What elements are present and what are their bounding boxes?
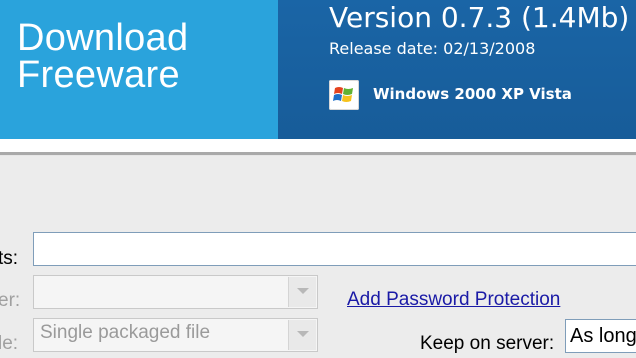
file-mode-select-value: Single packaged file bbox=[40, 322, 211, 343]
file-mode-label: le: bbox=[0, 333, 19, 354]
brand-line-freeware: Freeware bbox=[17, 54, 180, 96]
sender-select[interactable] bbox=[33, 275, 318, 309]
version-title: Version 0.7.3 (1.4Mb) bbox=[329, 1, 630, 34]
keep-on-server-label: Keep on server: bbox=[420, 333, 555, 354]
os-support-text: Windows 2000 XP Vista bbox=[373, 85, 572, 103]
sender-dropdown-button[interactable] bbox=[288, 277, 316, 307]
keep-on-server-select[interactable]: As long bbox=[565, 319, 636, 353]
file-mode-dropdown-button[interactable] bbox=[288, 320, 316, 350]
keep-on-server-value: As long bbox=[570, 325, 636, 347]
chevron-down-icon bbox=[297, 331, 309, 337]
recipients-label: ts: bbox=[0, 248, 19, 269]
brand-panel: Download Freeware bbox=[0, 0, 278, 139]
add-password-protection-link[interactable]: Add Password Protection bbox=[347, 289, 560, 311]
chevron-down-icon bbox=[297, 288, 309, 294]
release-date: Release date: 02/13/2008 bbox=[329, 39, 536, 58]
brand-line-download: Download bbox=[17, 17, 189, 59]
windows-logo-icon bbox=[329, 80, 359, 110]
file-mode-select[interactable]: Single packaged file bbox=[33, 318, 318, 352]
recipients-input[interactable] bbox=[33, 232, 636, 266]
sender-label: er: bbox=[0, 290, 21, 311]
download-banner: Download Freeware Version 0.7.3 (1.4Mb) … bbox=[0, 0, 636, 139]
